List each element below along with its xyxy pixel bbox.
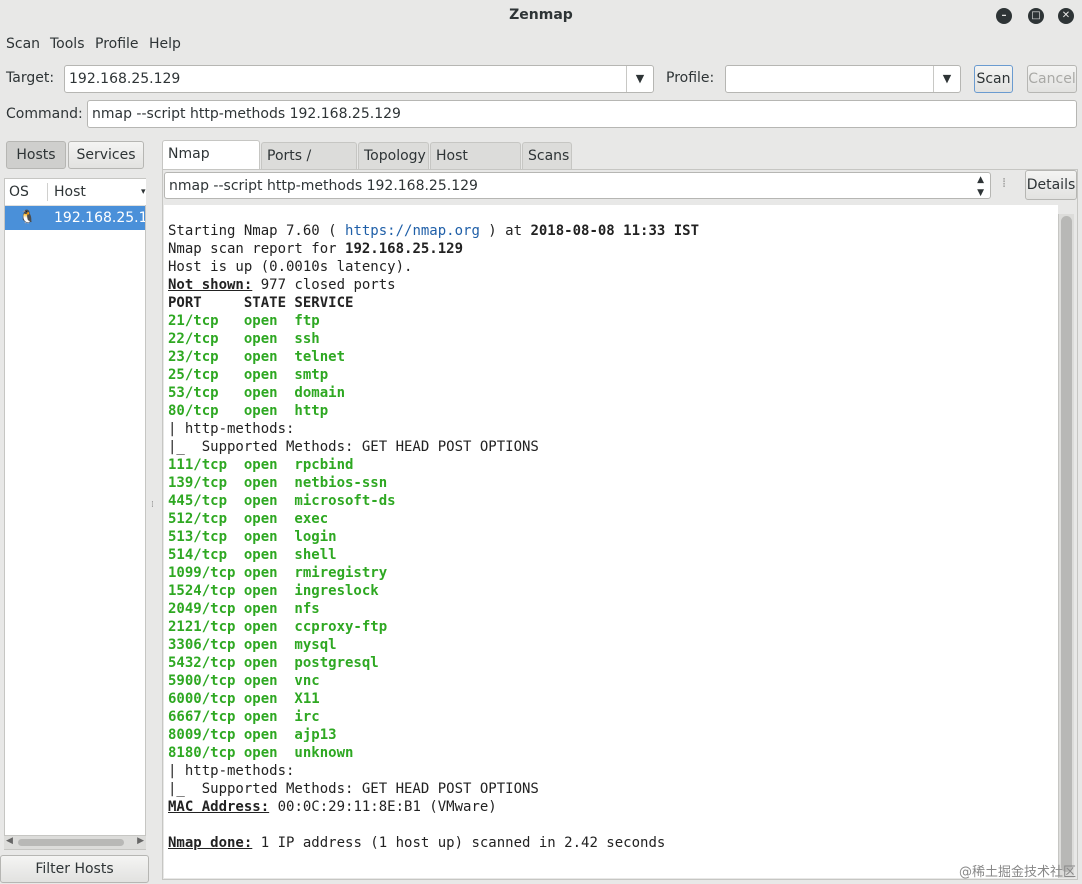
menu-scan[interactable]: Scan — [6, 36, 40, 52]
output-text: Starting Nmap 7.60 ( https://nmap.org ) … — [164, 205, 1058, 852]
nmap-link: https://nmap.org — [345, 223, 480, 239]
column-os[interactable]: OS — [9, 179, 29, 205]
column-host[interactable]: Host — [54, 179, 86, 205]
target-input[interactable]: 192.168.25.129 — [69, 71, 180, 87]
nmap-done-value: 1 IP address (1 host up) scanned in 2.42… — [252, 835, 666, 851]
maximize-icon[interactable]: □ — [1028, 8, 1044, 24]
mac-address-label: MAC Address: — [168, 799, 270, 815]
menu-bar: Scan Tools Profile Help — [0, 32, 1082, 58]
tab-topology[interactable]: Topology — [358, 142, 429, 169]
vscroll-thumb[interactable] — [1061, 216, 1072, 872]
services-toggle-button[interactable]: Services — [68, 141, 144, 169]
menu-profile[interactable]: Profile — [95, 36, 139, 52]
output-text-segment: 977 closed ports — [252, 277, 396, 293]
host-list-hscrollbar[interactable]: ◀ ▶ — [4, 835, 146, 849]
tab-host-details[interactable]: Host Details — [430, 142, 521, 190]
linux-os-icon: 🐧 — [19, 210, 36, 225]
port-row: 8180/tcp open unknown — [168, 745, 354, 761]
port-row: 80/tcp open http — [168, 403, 329, 419]
scan-start-time: 2018-08-08 11:33 IST — [530, 223, 700, 239]
not-shown-label: Not shown: — [168, 277, 253, 293]
mac-address-value: 00:0C:29:11:8E:B1 (VMware) — [269, 799, 497, 815]
port-row: 21/tcp open ftp — [168, 313, 320, 329]
scroll-left-icon[interactable]: ◀ — [6, 836, 13, 846]
tab-scans[interactable]: Scans — [522, 142, 572, 169]
sort-chevron-icon[interactable]: ▾ — [141, 179, 146, 205]
cancel-button[interactable]: Cancel — [1027, 65, 1077, 93]
port-row: 2049/tcp open nfs — [168, 601, 320, 617]
filter-hosts-button[interactable]: Filter Hosts — [0, 855, 149, 883]
port-row: 25/tcp open smtp — [168, 367, 329, 383]
port-row: 3306/tcp open mysql — [168, 637, 337, 653]
scan-button[interactable]: Scan — [974, 65, 1013, 93]
output-vscrollbar[interactable] — [1058, 214, 1074, 878]
script-output-line: | http-methods: — [168, 763, 295, 779]
column-divider — [47, 183, 48, 201]
scroll-right-icon[interactable]: ▶ — [137, 836, 144, 846]
port-row: 6000/tcp open X11 — [168, 691, 320, 707]
ports-table-header: PORT STATE SERVICE — [168, 295, 354, 311]
port-row: 512/tcp open exec — [168, 511, 329, 527]
output-selector-value: nmap --script http-methods 192.168.25.12… — [169, 178, 478, 194]
menu-tools[interactable]: Tools — [50, 36, 85, 52]
hosts-toggle-button[interactable]: Hosts — [6, 141, 66, 169]
output-console[interactable]: Starting Nmap 7.60 ( https://nmap.org ) … — [164, 205, 1058, 878]
port-row: 6667/tcp open irc — [168, 709, 320, 725]
menu-help[interactable]: Help — [149, 36, 181, 52]
output-selector[interactable]: nmap --script http-methods 192.168.25.12… — [164, 172, 991, 199]
host-row[interactable]: 🐧 192.168.25.129 — [5, 206, 145, 230]
output-text-segment: Nmap scan report for — [168, 241, 346, 257]
watermark: @稀土掘金技术社区 — [958, 865, 1076, 880]
port-row: 1099/tcp open rmiregistry — [168, 565, 388, 581]
window-title: Zenmap — [509, 7, 573, 23]
tab-ports-hosts[interactable]: Ports / Hosts — [261, 142, 357, 190]
spin-arrows-icon[interactable]: ▲ ▼ — [977, 173, 984, 200]
target-dropdown-icon[interactable]: ▼ — [626, 66, 653, 92]
report-host: 192.168.25.129 — [345, 241, 464, 257]
separator-grip-icon: ⁞ — [1002, 176, 1007, 191]
script-output-line: |_ Supported Methods: GET HEAD POST OPTI… — [168, 439, 539, 455]
command-input[interactable]: nmap --script http-methods 192.168.25.12… — [87, 100, 1077, 128]
port-row: 53/tcp open domain — [168, 385, 346, 401]
output-text-segment: Starting Nmap 7.60 ( — [168, 223, 346, 239]
port-row: 1524/tcp open ingreslock — [168, 583, 379, 599]
hscroll-thumb[interactable] — [18, 839, 124, 846]
port-row: 111/tcp open rpcbind — [168, 457, 354, 473]
tab-nmap-output[interactable]: Nmap Output — [162, 140, 260, 188]
port-row: 23/tcp open telnet — [168, 349, 346, 365]
script-output-line: | http-methods: — [168, 421, 295, 437]
details-button[interactable]: Details — [1025, 170, 1077, 200]
nmap-done-label: Nmap done: — [168, 835, 253, 851]
port-row: 2121/tcp open ccproxy-ftp — [168, 619, 388, 635]
close-icon[interactable]: ✕ — [1058, 8, 1074, 24]
title-bar: Zenmap – □ ✕ — [0, 0, 1082, 32]
minimize-icon[interactable]: – — [996, 8, 1012, 24]
port-row: 445/tcp open microsoft-ds — [168, 493, 396, 509]
port-row: 22/tcp open ssh — [168, 331, 320, 347]
target-combobox[interactable]: 192.168.25.129 ▼ — [64, 65, 654, 93]
target-label: Target: — [6, 70, 55, 86]
pane-grip-icon[interactable]: ⁞ — [151, 500, 157, 510]
command-label: Command: — [6, 106, 83, 122]
host-address: 192.168.25.129 — [54, 210, 145, 226]
profile-dropdown-icon[interactable]: ▼ — [933, 66, 960, 92]
output-text-segment: Host is up (0.0010s latency). — [168, 259, 413, 275]
port-row: 8009/tcp open ajp13 — [168, 727, 337, 743]
host-list[interactable]: OS Host ▾ 🐧 192.168.25.129 — [4, 178, 146, 850]
profile-combobox[interactable]: ▼ — [725, 65, 961, 93]
output-text-segment: ) at — [479, 223, 531, 239]
script-output-line: |_ Supported Methods: GET HEAD POST OPTI… — [168, 781, 539, 797]
port-row: 5900/tcp open vnc — [168, 673, 320, 689]
port-row: 513/tcp open login — [168, 529, 337, 545]
port-row: 514/tcp open shell — [168, 547, 337, 563]
profile-label: Profile: — [666, 70, 715, 86]
port-row: 5432/tcp open postgresql — [168, 655, 379, 671]
port-row: 139/tcp open netbios-ssn — [168, 475, 388, 491]
